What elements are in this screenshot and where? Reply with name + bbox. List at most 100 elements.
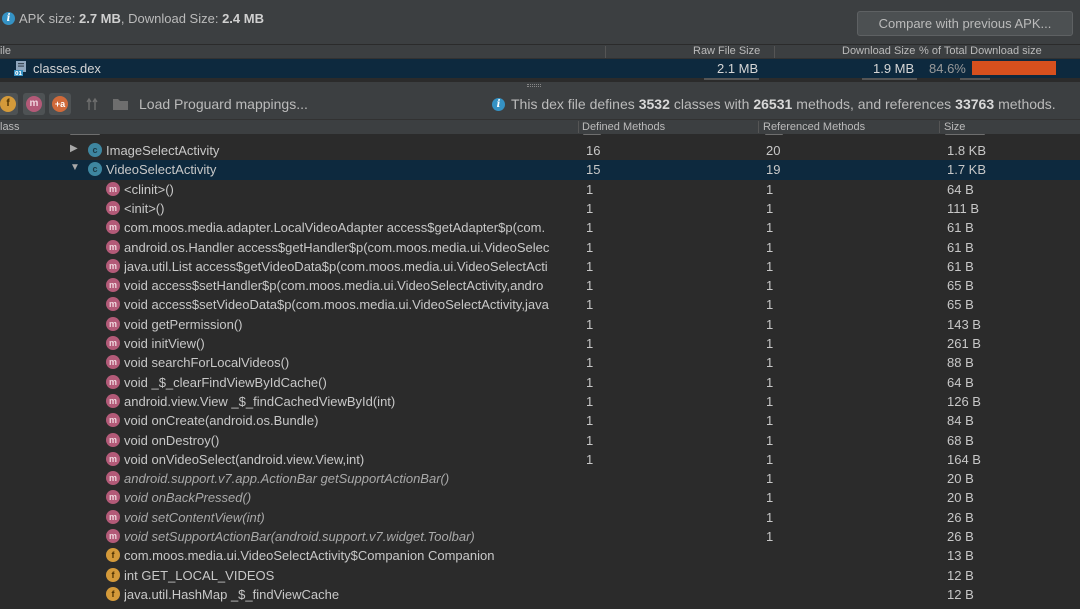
tree-row-name: android.support.v7.app.ActionBar getSupp… <box>124 471 450 487</box>
method-icon: m <box>106 393 120 408</box>
column-header-raw-size[interactable]: Raw File Size <box>693 45 760 58</box>
defined-methods-cell: 15 <box>586 162 601 178</box>
tree-row-name: <clinit>() <box>124 181 174 197</box>
method-icon: m <box>106 200 120 215</box>
class-tree[interactable]: ▶ c ImageSelectActivity 16 20 1.8 KB ▼ c VideoSe… <box>0 134 1080 609</box>
splitter-grip[interactable] <box>527 84 541 87</box>
tree-row[interactable]: m <clinit>() 1 1 64 B <box>0 180 1080 199</box>
load-proguard-mappings-link[interactable]: Load Proguard mappings... <box>139 96 308 112</box>
referenced-methods-cell: 1 <box>766 258 774 274</box>
method-icon: m <box>106 316 120 331</box>
tree-row[interactable]: m android.support.v7.app.ActionBar getSup… <box>0 469 1080 488</box>
method-icon: m <box>106 220 120 235</box>
class-icon: c <box>88 143 102 157</box>
referenced-methods-cell: 20 <box>766 143 781 158</box>
size-cell: 88 B <box>947 355 974 371</box>
tree-row[interactable]: m void onCreate(android.os.Bundle) 1 1 84 B <box>0 411 1080 430</box>
panel-splitter[interactable] <box>0 82 1080 90</box>
tree-row[interactable]: m void onVideoSelect(android.view.View,in… <box>0 450 1080 469</box>
expand-arrow-right-icon[interactable]: ▶ <box>70 143 78 154</box>
size-cell: 12 B <box>947 586 974 602</box>
size-cell: 1.7 KB <box>947 162 987 178</box>
tree-row[interactable]: m android.os.Handler access$getHandler$p(… <box>0 238 1080 257</box>
compare-with-previous-apk-button[interactable]: Compare with previous APK... <box>857 11 1073 36</box>
dex-toolbar: f m +a Load Proguard mappings... i This … <box>0 90 1080 119</box>
expand-arrow-down-icon[interactable]: ▼ <box>70 162 80 173</box>
method-icon: m <box>106 490 120 505</box>
tree-row[interactable]: m void onDestroy() 1 1 68 B <box>0 431 1080 450</box>
show-removed-icon[interactable] <box>86 97 102 111</box>
folder-icon[interactable] <box>112 97 129 111</box>
defined-methods-cell: 1 <box>586 393 594 409</box>
tree-row[interactable]: m com.moos.media.adapter.LocalVideoAdapte… <box>0 218 1080 237</box>
dex-info-mid2: methods, and references <box>796 96 952 112</box>
tree-row-name: int GET_LOCAL_VIDEOS <box>124 567 275 583</box>
size-cell: 61 B <box>947 258 974 274</box>
tree-row[interactable]: ▶ c ImageSelectActivity 16 20 1.8 KB <box>0 141 1080 160</box>
method-icon: m <box>106 509 120 524</box>
tree-row[interactable]: m void onBackPressed() 1 20 B <box>0 488 1080 507</box>
svg-text:01: 01 <box>15 71 22 76</box>
tree-row[interactable]: f int GET_LOCAL_VIDEOS 12 B <box>0 566 1080 585</box>
tree-row[interactable]: f java.util.HashMap _$_findViewCache 12 B <box>0 585 1080 604</box>
tree-row-name: void setContentView(int) <box>124 509 265 525</box>
method-icon: m <box>106 181 120 196</box>
tree-row-name: VideoSelectActivity <box>106 162 217 178</box>
tree-row-name: void setSupportActionBar(android.support… <box>124 529 475 544</box>
tree-row-name: android.view.View _$_findCachedViewById(… <box>124 393 396 409</box>
referenced-methods-cell: 1 <box>766 471 774 487</box>
tree-row-name: android.os.Handler access$getHandler$p(c… <box>124 239 550 255</box>
method-icon: m <box>106 239 120 254</box>
referenced-methods-cell: 1 <box>766 451 774 467</box>
filter-references-icon[interactable]: +a <box>52 96 68 112</box>
method-icon: m <box>106 432 120 447</box>
tree-row[interactable]: m void getPermission() 1 1 143 B <box>0 315 1080 334</box>
defined-methods-cell: 1 <box>586 432 594 448</box>
tree-row[interactable]: ▼ c VideoSelectActivity 15 19 1.7 KB <box>0 160 1080 180</box>
size-cell: 26 B <box>947 529 974 544</box>
size-cell: 13 B <box>947 548 974 564</box>
column-header-size[interactable]: Size <box>944 120 965 134</box>
method-icon: m <box>106 529 120 543</box>
column-header-pct-total[interactable]: % of Total Download size <box>919 45 1042 58</box>
size-cell: 26 B <box>947 509 974 525</box>
tree-row[interactable]: m void setSupportActionBar(android.suppor… <box>0 527 1080 546</box>
tree-row[interactable]: m void _$_clearFindViewByIdCache() 1 1 64 B <box>0 373 1080 392</box>
column-header-class[interactable]: lass <box>0 120 20 134</box>
referenced-methods-cell: 1 <box>766 355 774 371</box>
tree-row[interactable]: m java.util.List access$getVideoData$p(co… <box>0 257 1080 276</box>
defined-methods-cell: 1 <box>586 316 594 332</box>
tree-row-name: java.util.HashMap _$_findViewCache <box>124 586 340 602</box>
tree-row-name: java.util.List access$getVideoData$p(com… <box>124 258 548 274</box>
column-header-download-size[interactable]: Download Size <box>842 45 915 58</box>
filter-methods-icon[interactable]: m <box>26 96 42 112</box>
referenced-methods-cell: 1 <box>766 413 774 429</box>
apk-size-label: APK size: <box>19 11 76 26</box>
method-icon: m <box>106 374 120 389</box>
dex-info: i This dex file defines 3532 classes wit… <box>492 96 1056 112</box>
apk-summary-bar: i APK size: 2.7 MB, Download Size: 2.4 M… <box>0 0 1080 44</box>
tree-row[interactable]: m void initView() 1 1 261 B <box>0 334 1080 353</box>
dex-info-prefix: This dex file defines <box>511 96 635 112</box>
method-icon: m <box>106 355 120 370</box>
column-header-referenced-methods[interactable]: Referenced Methods <box>763 120 865 134</box>
filter-fields-icon[interactable]: f <box>0 96 16 112</box>
column-header-defined-methods[interactable]: Defined Methods <box>582 120 665 134</box>
column-header-file[interactable]: ile <box>0 45 11 58</box>
defined-methods-cell: 1 <box>586 451 594 467</box>
referenced-methods-cell: 1 <box>766 181 774 197</box>
tree-row[interactable]: m void searchForLocalVideos() 1 1 88 B <box>0 353 1080 372</box>
method-icon: m <box>106 258 120 273</box>
tree-row[interactable]: m void access$setVideoData$p(com.moos.med… <box>0 295 1080 314</box>
size-cell: 61 B <box>947 239 974 255</box>
tree-row[interactable]: f com.moos.media.ui.VideoSelectActivity$C… <box>0 546 1080 565</box>
file-row-classes-dex[interactable]: 01 classes.dex 2.1 MB 1.9 MB 84.6% <box>0 59 1080 78</box>
tree-row[interactable]: m void setContentView(int) 1 26 B <box>0 508 1080 527</box>
tree-row[interactable]: m android.view.View _$_findCachedViewById… <box>0 392 1080 411</box>
referenced-methods-cell: 1 <box>766 509 774 525</box>
tree-row-name: void access$setHandler$p(com.moos.media.… <box>124 278 544 294</box>
tree-row[interactable]: m void access$setHandler$p(com.moos.media… <box>0 276 1080 295</box>
tree-row[interactable]: m <init>() 1 1 111 B <box>0 199 1080 218</box>
tree-row-name: void onCreate(android.os.Bundle) <box>124 413 319 429</box>
size-cell: 1.8 KB <box>947 143 987 158</box>
